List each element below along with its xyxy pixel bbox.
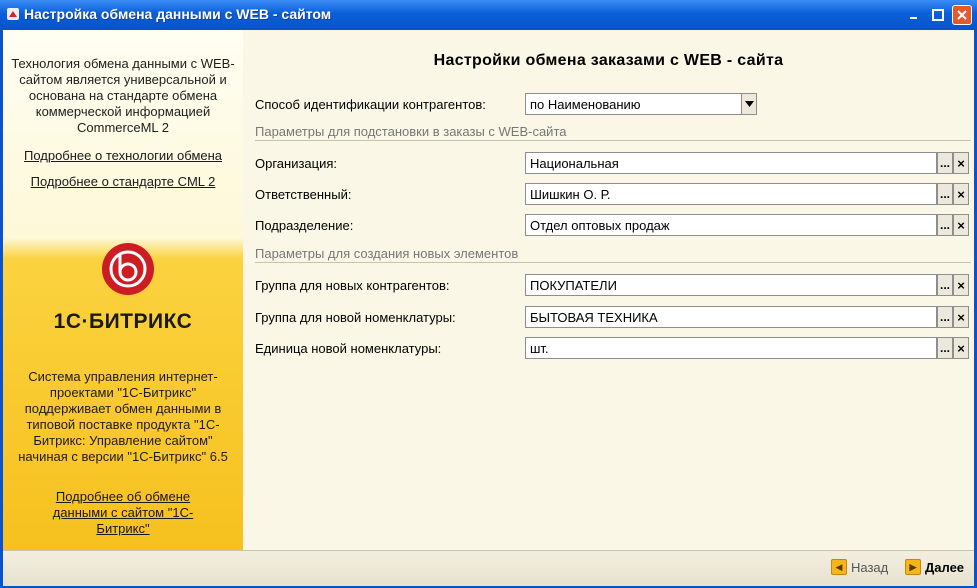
clear-icon: × <box>957 277 965 293</box>
organization-field[interactable]: Национальная <box>525 152 937 174</box>
footer-bar: ◀ Назад ▶ Далее <box>3 550 974 586</box>
settings-window: Настройка обмена данными с WEB - сайтом … <box>0 0 977 588</box>
group-nomenclature-field[interactable]: БЫТОВАЯ ТЕХНИКА <box>525 306 937 328</box>
title-bar[interactable]: Настройка обмена данными с WEB - сайтом <box>0 0 977 30</box>
maximize-icon <box>932 9 944 21</box>
department-clear-button[interactable]: × <box>953 214 969 236</box>
unit-select-button[interactable]: ... <box>937 337 953 359</box>
organization-clear-button[interactable]: × <box>953 152 969 174</box>
close-button[interactable] <box>952 5 972 25</box>
section-orders-header: Параметры для подстановки в заказы с WEB… <box>255 124 971 141</box>
minimize-button[interactable] <box>904 5 924 25</box>
back-label: Назад <box>851 559 889 575</box>
close-icon <box>957 10 967 20</box>
group-contractors-label: Группа для новых контрагентов: <box>255 278 450 293</box>
unit-field[interactable]: шт. <box>525 337 937 359</box>
chevron-down-icon <box>744 101 754 107</box>
clear-icon: × <box>957 217 965 233</box>
main-panel: Настройки обмена заказами с WEB - сайта … <box>243 30 974 550</box>
group-nomenclature-select-button[interactable]: ... <box>937 306 953 328</box>
group-nomenclature-clear-button[interactable]: × <box>953 306 969 328</box>
identification-select[interactable]: по Наименованию <box>525 93 757 115</box>
page-title: Настройки обмена заказами с WEB - сайта <box>433 52 784 69</box>
group-contractors-field[interactable]: ПОКУПАТЕЛИ <box>525 274 937 296</box>
section-new-elements-header: Параметры для создания новых элементов <box>255 246 971 263</box>
technology-link[interactable]: Подробнее о технологии обмена <box>9 148 237 164</box>
ellipsis-icon: ... <box>939 156 950 170</box>
identification-value: по Наименованию <box>530 97 641 112</box>
group-nomenclature-label: Группа для новой номенклатуры: <box>255 310 456 325</box>
ellipsis-icon: ... <box>939 218 950 232</box>
clear-icon: × <box>957 340 965 356</box>
back-button[interactable]: ◀ Назад <box>831 557 888 577</box>
group-contractors-select-button[interactable]: ... <box>937 274 953 296</box>
department-select-button[interactable]: ... <box>937 214 953 236</box>
unit-clear-button[interactable]: × <box>953 337 969 359</box>
clear-icon: × <box>957 309 965 325</box>
clear-icon: × <box>957 186 965 202</box>
minimize-icon <box>910 17 917 19</box>
arrow-right-icon: ▶ <box>905 559 921 575</box>
sidebar: Технология обмена данными с WEB-сайтом я… <box>3 30 243 550</box>
bitrix-exchange-link[interactable]: Подробнее об обмене данными с сайтом "1С… <box>43 489 203 537</box>
responsible-label: Ответственный: <box>255 187 352 202</box>
ellipsis-icon: ... <box>939 341 950 355</box>
ellipsis-icon: ... <box>939 310 950 324</box>
window-title: Настройка обмена данными с WEB - сайтом <box>24 6 332 22</box>
next-button[interactable]: ▶ Далее <box>905 557 964 577</box>
clear-icon: × <box>957 155 965 171</box>
responsible-clear-button[interactable]: × <box>953 183 969 205</box>
responsible-field[interactable]: Шишкин О. Р. <box>525 183 937 205</box>
identification-dropdown-button[interactable] <box>741 93 757 115</box>
department-field[interactable]: Отдел оптовых продаж <box>525 214 937 236</box>
maximize-button[interactable] <box>928 5 948 25</box>
arrow-left-icon: ◀ <box>831 559 847 575</box>
group-contractors-clear-button[interactable]: × <box>953 274 969 296</box>
bitrix-logo-icon <box>102 243 154 295</box>
organization-label: Организация: <box>255 156 338 171</box>
department-label: Подразделение: <box>255 218 354 233</box>
sidebar-description: Система управления интернет-проектами "1… <box>18 369 228 464</box>
ellipsis-icon: ... <box>939 187 950 201</box>
unit-label: Единица новой номенклатуры: <box>255 341 442 356</box>
standard-link[interactable]: Подробнее о стандарте CML 2 <box>9 174 237 190</box>
sidebar-intro: Технология обмена данными с WEB-сайтом я… <box>11 56 235 135</box>
brand-name: 1С·БИТРИКС <box>53 310 193 333</box>
organization-select-button[interactable]: ... <box>937 152 953 174</box>
responsible-select-button[interactable]: ... <box>937 183 953 205</box>
ellipsis-icon: ... <box>939 278 950 292</box>
identification-label: Способ идентификации контрагентов: <box>255 97 486 112</box>
next-label: Далее <box>925 559 965 575</box>
app-icon <box>7 8 19 20</box>
